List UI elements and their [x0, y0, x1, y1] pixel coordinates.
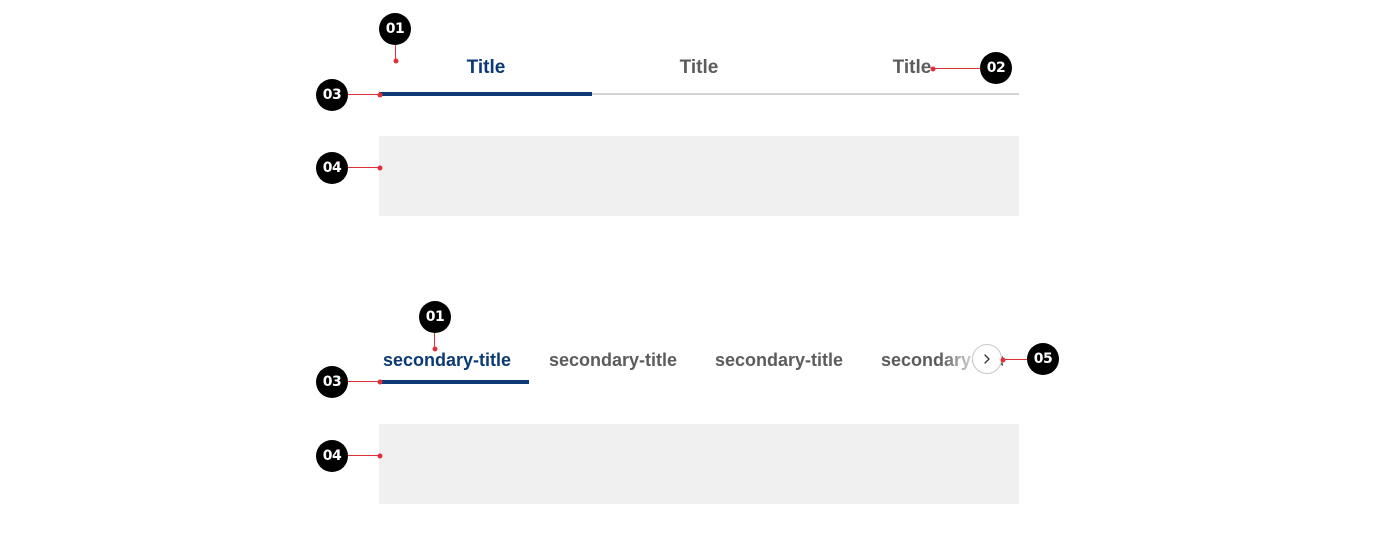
callout-02: 02: [980, 52, 1012, 84]
anchor-04-top: [377, 165, 383, 170]
anchor-02: [930, 66, 936, 71]
overflow-mask: [1003, 340, 1023, 380]
leader-03-top: [348, 94, 380, 95]
anchor-03-top: [377, 92, 383, 97]
leader-04-top: [348, 167, 380, 168]
primary-active-indicator: [379, 92, 592, 96]
primary-tab-2[interactable]: Title: [680, 56, 719, 80]
anchor-01-bottom: [432, 346, 437, 352]
secondary-tab-3[interactable]: secondary-title: [715, 348, 843, 372]
leader-05: [1003, 359, 1027, 360]
callout-04-top: 04: [316, 152, 348, 184]
anchor-01-top: [393, 58, 398, 64]
anchor-03-bottom: [377, 379, 383, 384]
callout-05: 05: [1027, 343, 1059, 375]
primary-tab-1[interactable]: Title: [467, 56, 506, 80]
primary-content-panel: [379, 136, 1019, 216]
leader-03-bottom: [348, 381, 380, 382]
secondary-tab-2[interactable]: secondary-title: [549, 348, 677, 372]
anchor-04-bottom: [377, 453, 383, 458]
secondary-tab-1[interactable]: secondary-title: [383, 348, 511, 372]
scroll-right-button[interactable]: [972, 344, 1002, 374]
anchor-05: [1000, 357, 1006, 362]
callout-01-top: 01: [379, 13, 411, 45]
leader-04-bottom: [348, 455, 380, 456]
callout-03-top: 03: [316, 79, 348, 111]
primary-tab-3[interactable]: Title: [893, 56, 932, 80]
secondary-active-indicator: [379, 380, 529, 384]
callout-04-bottom: 04: [316, 440, 348, 472]
chevron-right-icon: [984, 354, 990, 364]
leader-02: [933, 68, 980, 69]
callout-01-bottom: 01: [419, 301, 451, 333]
callout-03-bottom: 03: [316, 366, 348, 398]
secondary-content-panel: [379, 424, 1019, 504]
